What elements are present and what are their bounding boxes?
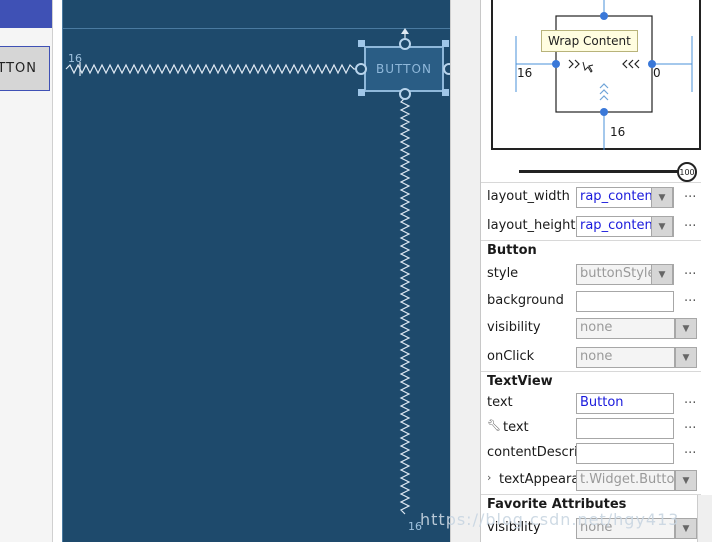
anchor-bottom[interactable] bbox=[399, 88, 411, 100]
attr-label: text bbox=[503, 420, 529, 435]
preview-app-bar bbox=[0, 0, 52, 28]
text-appearance-field[interactable]: t.Widget.Button bbox=[576, 470, 675, 491]
attr-row-onclick: onClick none ▼ bbox=[481, 345, 714, 372]
divider bbox=[481, 182, 701, 183]
right-margin-value[interactable]: 0 bbox=[653, 66, 661, 80]
design-preview: TTON bbox=[0, 0, 53, 542]
attr-row-content-description: contentDescrip ... bbox=[481, 441, 714, 468]
watermark: https://blog.csdn.net/hgy413 bbox=[420, 510, 680, 529]
content-description-field[interactable] bbox=[576, 443, 674, 464]
attr-label: style bbox=[487, 266, 519, 281]
resize-handle-top-right[interactable] bbox=[442, 40, 449, 47]
attr-row-tools-text: 🔧︎ text ... bbox=[481, 416, 714, 443]
text-field[interactable]: Button bbox=[576, 393, 674, 414]
attributes-panel: Wrap Content 16 0 16 100 layout_width ra… bbox=[480, 0, 714, 542]
wrap-content-tooltip: Wrap Content bbox=[541, 30, 638, 52]
divider bbox=[481, 494, 701, 495]
attr-row-text-appearance: › textAppeara t.Widget.Button ▼ bbox=[481, 468, 714, 495]
bias-slider-track[interactable] bbox=[519, 170, 687, 173]
more-options-button[interactable]: ... bbox=[684, 417, 696, 432]
chevron-down-icon[interactable]: ▼ bbox=[675, 347, 697, 368]
divider bbox=[481, 371, 701, 372]
chevron-down-icon[interactable]: ▼ bbox=[675, 318, 697, 339]
more-options-button[interactable]: ... bbox=[684, 442, 696, 457]
attr-label: contentDescrip bbox=[487, 445, 586, 460]
constraint-inspector: Wrap Content 16 0 16 bbox=[491, 0, 701, 150]
resize-handle-top-left[interactable] bbox=[358, 40, 365, 47]
attr-label: visibility bbox=[487, 320, 541, 335]
attr-row-style: style buttonStyle ▼ ... bbox=[481, 262, 714, 289]
anchor-left[interactable] bbox=[355, 63, 367, 75]
more-options-button[interactable]: ... bbox=[684, 392, 696, 407]
resize-handle-bottom-right[interactable] bbox=[442, 89, 449, 96]
chevron-down-icon[interactable]: ▼ bbox=[651, 264, 673, 285]
resize-handle-bottom-left[interactable] bbox=[358, 89, 365, 96]
divider bbox=[481, 240, 701, 241]
preview-button[interactable]: TTON bbox=[0, 46, 50, 91]
onclick-field[interactable]: none bbox=[576, 347, 675, 368]
panel-scrollbar[interactable] bbox=[697, 495, 712, 542]
attr-label: textAppeara bbox=[499, 472, 580, 487]
blueprint-button[interactable]: BUTTON bbox=[364, 46, 444, 92]
background-field[interactable] bbox=[576, 291, 674, 312]
attr-row-layout-height: layout_height rap_content ▼ ... bbox=[481, 214, 714, 241]
more-options-button[interactable]: ... bbox=[684, 290, 696, 305]
bottom-margin-value[interactable]: 16 bbox=[610, 125, 625, 139]
section-header-textview: TextView bbox=[487, 374, 553, 389]
wrench-icon: 🔧︎ bbox=[487, 419, 501, 432]
attr-label: background bbox=[487, 293, 564, 308]
left-margin-value[interactable]: 16 bbox=[517, 66, 532, 80]
attr-row-text: text Button ... bbox=[481, 391, 714, 418]
blueprint-view[interactable]: 16 16 BUTTON bbox=[62, 0, 455, 542]
chevron-down-icon[interactable]: ▼ bbox=[651, 216, 673, 237]
more-options-button[interactable]: ... bbox=[684, 215, 696, 230]
chevron-down-icon[interactable]: ▼ bbox=[675, 470, 697, 491]
attr-row-visibility: visibility none ▼ bbox=[481, 316, 714, 343]
more-options-button[interactable]: ... bbox=[684, 186, 696, 201]
attr-row-layout-width: layout_width rap_content ▼ ... bbox=[481, 185, 714, 212]
visibility-field[interactable]: none bbox=[576, 318, 675, 339]
tools-text-field[interactable] bbox=[576, 418, 674, 439]
chevron-right-icon[interactable]: › bbox=[487, 471, 491, 484]
anchor-top[interactable] bbox=[399, 38, 411, 50]
splitter[interactable] bbox=[450, 0, 480, 542]
attr-label: onClick bbox=[487, 349, 535, 364]
bias-slider-thumb[interactable]: 100 bbox=[677, 162, 697, 182]
attr-label: layout_height bbox=[487, 218, 576, 233]
attr-row-background: background ... bbox=[481, 289, 714, 316]
section-header-button: Button bbox=[487, 243, 537, 258]
attr-label: text bbox=[487, 395, 513, 410]
chevron-down-icon[interactable]: ▼ bbox=[651, 187, 673, 208]
more-options-button[interactable]: ... bbox=[684, 263, 696, 278]
attr-label: layout_width bbox=[487, 189, 570, 204]
